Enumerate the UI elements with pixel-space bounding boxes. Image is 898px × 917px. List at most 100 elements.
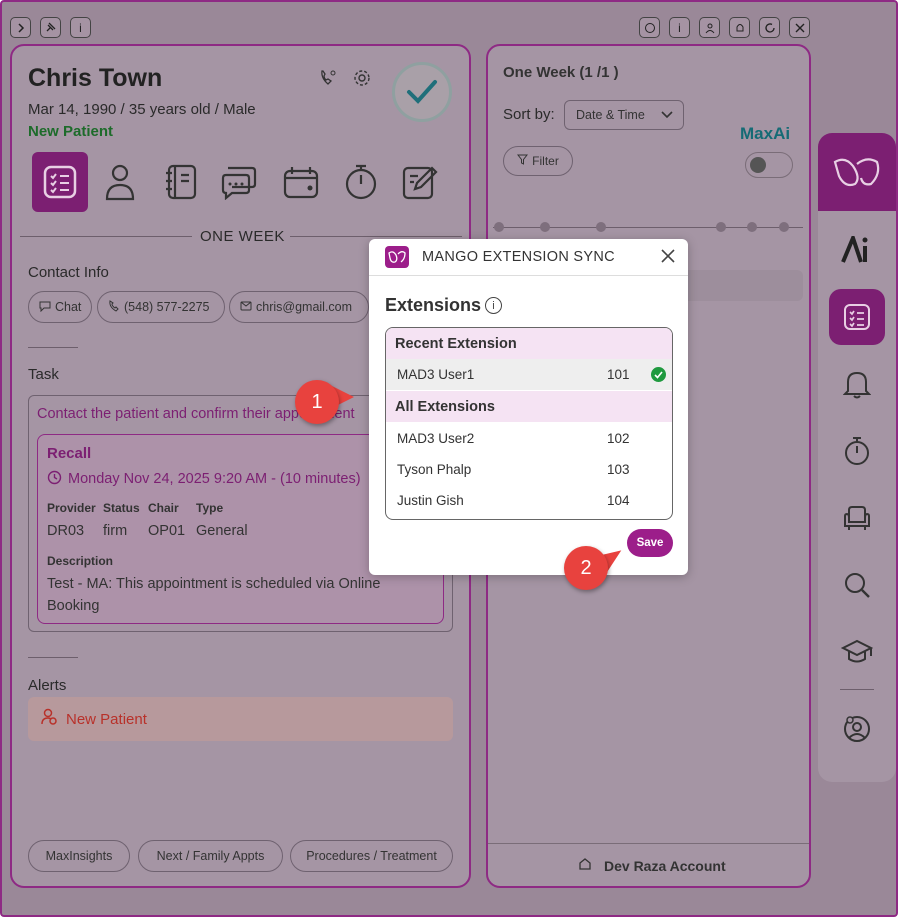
alerts-label: Alerts [28, 677, 67, 694]
modal-title: MANGO EXTENSION SYNC [422, 249, 615, 265]
filter-icon [517, 154, 529, 168]
pin-icon[interactable] [40, 17, 61, 38]
extension-row[interactable]: MAD3 User2 102 [386, 423, 672, 454]
chair-value: OP01 [148, 523, 186, 539]
recall-datetime: Monday Nov 24, 2025 9:20 AM - (10 minute… [68, 471, 361, 487]
patient-details: Mar 14, 1990 / 35 years old / Male [28, 101, 256, 118]
nav-person-icon[interactable] [92, 152, 148, 212]
sort-label: Sort by: [503, 106, 555, 123]
chevron-right-icon[interactable] [10, 17, 31, 38]
procedures-treatment-button[interactable]: Procedures / Treatment [290, 840, 453, 872]
maxinsights-button[interactable]: MaxInsights [28, 840, 130, 872]
ai-icon[interactable] [829, 222, 885, 278]
timeline-dot [596, 222, 606, 232]
maxai-label: MaxAi [740, 124, 791, 143]
nav-chat-icon[interactable] [211, 152, 267, 212]
patient-name: Chris Town [28, 64, 163, 92]
section-title: ONE WEEK [200, 228, 285, 245]
maxai-toggle[interactable] [745, 152, 793, 178]
bell-icon[interactable] [729, 17, 750, 38]
phone-settings-icon[interactable] [318, 68, 338, 93]
email-label: chris@gmail.com [256, 300, 353, 314]
nav-wallet-icon[interactable] [273, 152, 329, 212]
extension-name: Justin Gish [397, 493, 464, 508]
timer-icon[interactable] [829, 423, 885, 479]
home-icon [578, 857, 592, 874]
save-button[interactable]: Save [627, 529, 673, 557]
info-icon[interactable]: i [70, 17, 91, 38]
sort-value: Date & Time [576, 108, 645, 122]
description-label: Description [47, 554, 114, 568]
all-extensions-group: All Extensions [386, 391, 672, 422]
user-alert-icon [40, 708, 58, 730]
type-value: General [196, 523, 248, 539]
chat-icon [39, 300, 51, 315]
mango-logo-icon[interactable] [818, 133, 896, 211]
extension-name: Tyson Phalp [397, 462, 472, 477]
status-header: Status [103, 501, 140, 515]
extension-row[interactable]: MAD3 User1 101 [386, 359, 672, 390]
chair-icon[interactable] [829, 490, 885, 546]
chevron-down-icon [661, 109, 673, 123]
chat-button[interactable]: Chat [28, 291, 92, 323]
timeline-dot [494, 222, 504, 232]
nav-timer-icon[interactable] [333, 152, 389, 212]
bell-icon[interactable] [829, 356, 885, 412]
next-family-appts-button[interactable]: Next / Family Appts [138, 840, 283, 872]
phone-button[interactable]: (548) 577-2275 [97, 291, 225, 323]
provider-value: DR03 [47, 523, 85, 539]
timeline-bar [680, 270, 803, 301]
gear-icon[interactable] [352, 68, 372, 93]
extension-row[interactable]: Tyson Phalp 103 [386, 454, 672, 485]
close-icon[interactable] [789, 17, 810, 38]
info-icon[interactable]: i [669, 17, 690, 38]
extensions-list: Recent Extension MAD3 User1 101 All Exte… [385, 327, 673, 520]
chair-header: Chair [148, 501, 179, 515]
refresh-icon[interactable] [759, 17, 780, 38]
extension-number: 102 [607, 431, 630, 446]
timeline-dot [540, 222, 550, 232]
toggle-knob [750, 157, 766, 173]
extension-number: 101 [607, 367, 630, 382]
divider [488, 843, 809, 844]
schedule-title: One Week (1 /1 ) [503, 64, 619, 81]
mango-icon[interactable] [639, 17, 660, 38]
nav-notebook-icon[interactable] [153, 152, 209, 212]
status-value: firm [103, 523, 128, 539]
recent-extension-group: Recent Extension [386, 328, 672, 359]
extension-number: 104 [607, 493, 630, 508]
alert-text: New Patient [66, 710, 147, 728]
divider [28, 657, 78, 658]
extension-row[interactable]: Justin Gish 104 [386, 485, 672, 516]
tasks-icon[interactable] [829, 289, 885, 345]
filter-label: Filter [532, 154, 559, 168]
account-footer[interactable]: Dev Raza Account [578, 857, 726, 874]
user-settings-icon[interactable] [829, 701, 885, 757]
clock-icon [47, 470, 62, 489]
extension-name: MAD3 User1 [397, 367, 475, 382]
check-complete-button[interactable] [392, 62, 452, 122]
description-text: Test - MA: This appointment is scheduled… [47, 576, 381, 614]
close-icon[interactable] [661, 247, 675, 268]
callout-badge: 2 [564, 546, 608, 590]
timeline-dot [747, 222, 757, 232]
filter-button[interactable]: Filter [503, 146, 573, 176]
info-icon[interactable]: i [485, 297, 502, 314]
alert-item[interactable]: New Patient [28, 697, 453, 741]
extension-number: 103 [607, 462, 630, 477]
sort-select[interactable]: Date & Time [564, 100, 684, 130]
type-header: Type [196, 501, 224, 515]
extension-sync-modal: MANGO EXTENSION SYNC Extensions i Recent… [369, 239, 688, 575]
graduation-cap-icon[interactable] [829, 624, 885, 680]
search-icon[interactable] [829, 557, 885, 613]
email-button[interactable]: chris@gmail.com [229, 291, 369, 323]
phone-icon [108, 299, 120, 315]
mail-icon [240, 300, 252, 314]
nav-tasks-icon[interactable] [32, 152, 88, 212]
contact-info-label: Contact Info [28, 264, 109, 281]
nav-edit-icon[interactable] [392, 152, 448, 212]
check-circle-icon [651, 367, 666, 382]
extensions-heading: Extensions [385, 295, 482, 315]
user-icon[interactable] [699, 17, 720, 38]
divider [290, 236, 462, 237]
